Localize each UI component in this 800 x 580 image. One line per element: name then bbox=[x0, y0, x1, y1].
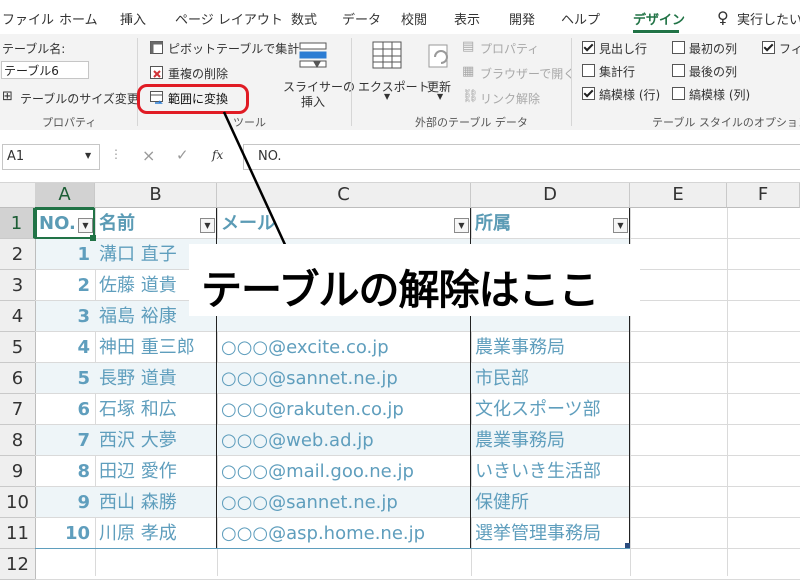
annotation-box: テーブルの解除はここ bbox=[189, 244, 640, 316]
annotation-text: テーブルの解除はここ bbox=[201, 266, 600, 314]
